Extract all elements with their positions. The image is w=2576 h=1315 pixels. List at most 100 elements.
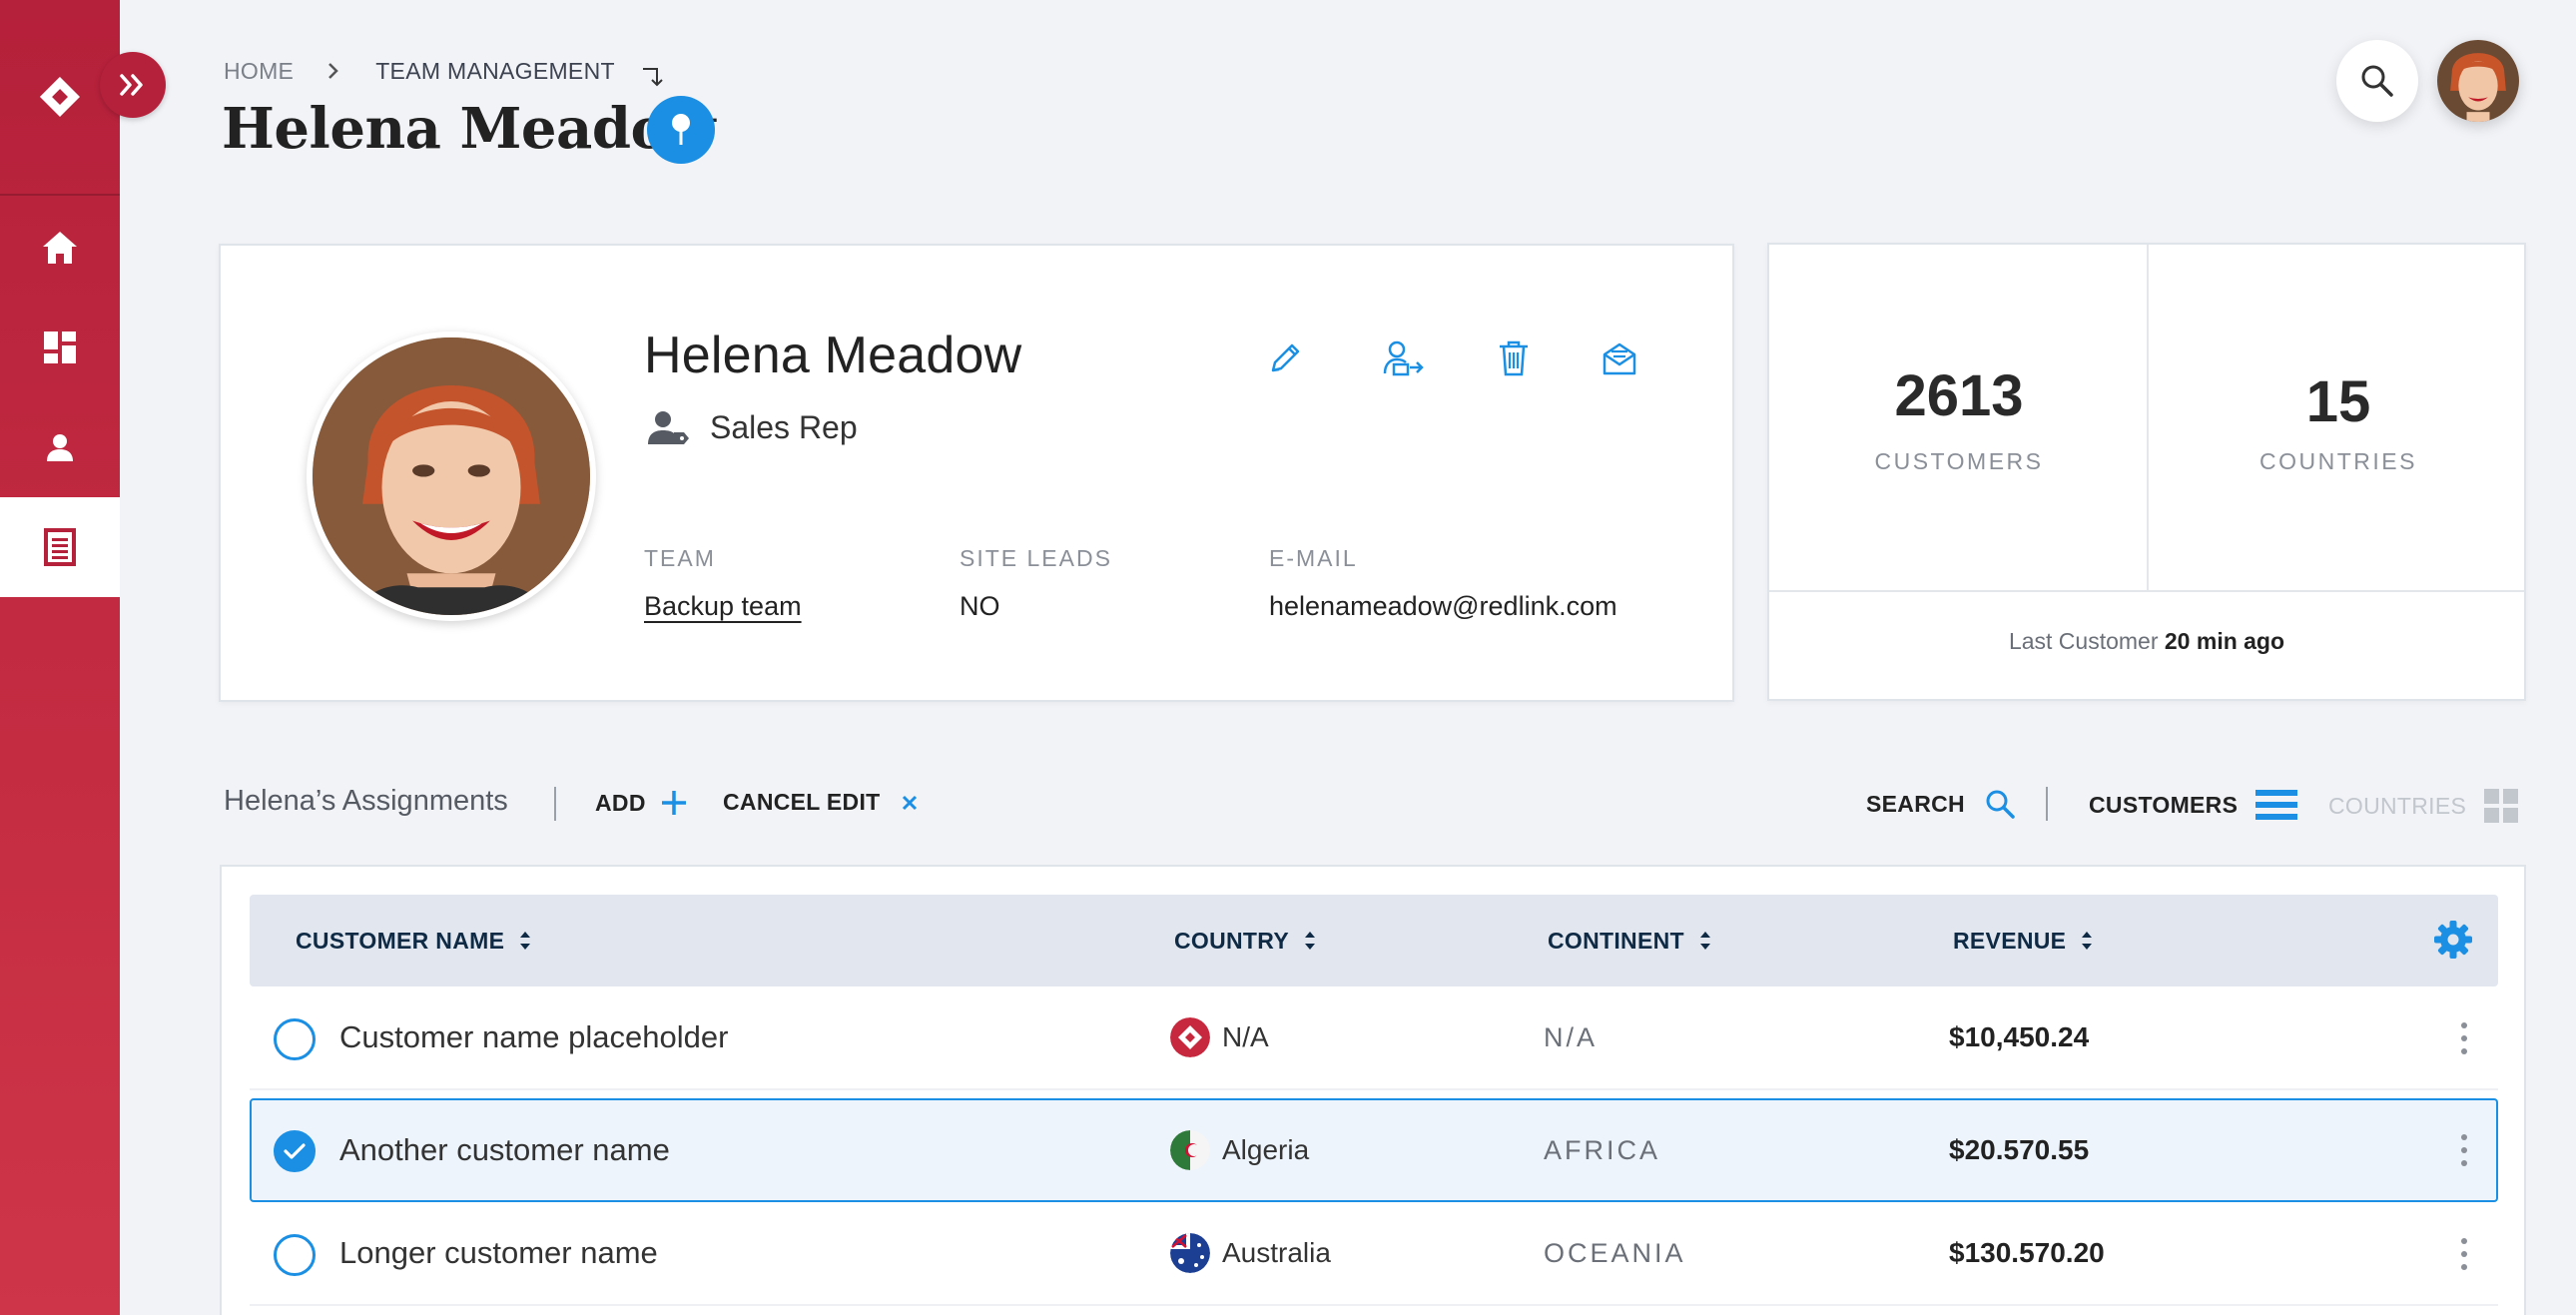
- email-value: helenameadow@redlink.com: [1269, 591, 1617, 621]
- stats-card: 2613 CUSTOMERS 15 COUNTRIES Last Custome…: [1767, 243, 2526, 701]
- column-label: CONTINENT: [1548, 927, 1684, 954]
- view-customers-button[interactable]: CUSTOMERS: [2089, 789, 2298, 821]
- sidebar-toggle-button[interactable]: [100, 52, 166, 118]
- profile-card: Helena Meadow Sales Rep TEAM Backup team…: [219, 244, 1734, 702]
- sort-icon: [1303, 930, 1317, 952]
- sidebar-item-dashboard[interactable]: [0, 298, 120, 397]
- country-name: Algeria: [1222, 1134, 1310, 1165]
- cancel-edit-label: CANCEL EDIT: [723, 789, 881, 815]
- sidebar-item-list[interactable]: [0, 497, 120, 597]
- view-countries-button[interactable]: COUNTRIES: [2328, 789, 2519, 823]
- edit-icon: [1271, 343, 1300, 372]
- breadcrumb-home[interactable]: HOME: [224, 58, 294, 85]
- sort-icon: [1698, 930, 1712, 952]
- customer-revenue: $10,450.24: [1949, 1021, 2090, 1052]
- team-link[interactable]: Backup team: [644, 591, 802, 622]
- column-label: CUSTOMER NAME: [296, 927, 505, 954]
- close-icon: [901, 794, 919, 812]
- table-row[interactable]: Another customer name Algeria AFRICA $20…: [250, 1098, 2498, 1202]
- customers-count: 2613: [1894, 363, 2024, 428]
- countries-count: 15: [2305, 369, 2371, 434]
- user-icon: [47, 434, 73, 461]
- customer-country: Algeria: [1170, 1100, 1309, 1200]
- corner-arrow-icon[interactable]: [641, 65, 665, 93]
- customer-continent: OCEANIA: [1544, 1237, 1686, 1268]
- column-revenue[interactable]: REVENUE: [1953, 895, 2094, 986]
- customers-label: CUSTOMERS: [1874, 448, 2044, 474]
- dashboard-icon: [44, 331, 76, 363]
- customer-revenue: $20.570.55: [1949, 1134, 2090, 1165]
- add-label: ADD: [595, 789, 646, 816]
- profile-photo-image: [313, 337, 590, 615]
- customer-continent: N/A: [1544, 1021, 1599, 1052]
- countries-label: COUNTRIES: [2259, 448, 2417, 474]
- customer-country: Australia: [1170, 1202, 1331, 1304]
- breadcrumb-current: TEAM MANAGEMENT: [375, 57, 615, 84]
- column-label: REVENUE: [1953, 927, 2067, 954]
- stats-footer-divider: [1769, 590, 2524, 592]
- home-icon: [43, 232, 77, 264]
- toolbar-divider: [554, 787, 556, 821]
- user-avatar[interactable]: [2437, 40, 2519, 122]
- last-customer-value: 20 min ago: [2164, 628, 2285, 654]
- column-continent[interactable]: CONTINENT: [1548, 895, 1712, 986]
- customer-name: Longer customer name: [339, 1235, 658, 1270]
- column-label: COUNTRY: [1174, 927, 1289, 954]
- last-customer: Last Customer 20 min ago: [1769, 628, 2524, 655]
- double-chevron-right-icon: [120, 74, 143, 96]
- row-select-radio[interactable]: [274, 1018, 316, 1060]
- chevron-right-icon: [327, 62, 339, 80]
- reassign-button[interactable]: [1379, 333, 1429, 383]
- australia-flag-icon: [1170, 1233, 1210, 1273]
- list-document-icon: [44, 528, 76, 566]
- last-customer-label: Last Customer: [2008, 628, 2159, 654]
- customer-name: Customer name placeholder: [339, 1019, 729, 1054]
- mail-button[interactable]: [1595, 333, 1644, 383]
- search-icon: [1985, 789, 2015, 819]
- toolbar-divider: [2046, 787, 2048, 821]
- sidebar-item-home[interactable]: [0, 198, 120, 298]
- table-row[interactable]: Customer name placeholder N/A N/A $10,45…: [250, 986, 2498, 1090]
- stat-countries: 15 COUNTRIES: [2149, 245, 2528, 590]
- check-icon: [284, 1143, 306, 1159]
- customer-continent: AFRICA: [1544, 1134, 1661, 1165]
- customers-view-label: CUSTOMERS: [2089, 791, 2239, 818]
- countries-view-label: COUNTRIES: [2328, 792, 2467, 819]
- search-icon: [2361, 65, 2393, 97]
- row-more-menu-icon[interactable]: [2460, 1022, 2468, 1054]
- search-label: SEARCH: [1866, 790, 1965, 817]
- pin-button[interactable]: [647, 96, 715, 164]
- profile-role: Sales Rep: [710, 409, 858, 445]
- global-search-button[interactable]: [2336, 40, 2418, 122]
- sidebar-item-users[interactable]: [0, 397, 120, 497]
- row-select-radio[interactable]: [274, 1234, 316, 1276]
- table-row[interactable]: Longer customer name Australia OCEANIA $…: [250, 1202, 2498, 1306]
- sort-icon: [518, 930, 532, 952]
- column-customer-name[interactable]: CUSTOMER NAME: [296, 895, 532, 986]
- assignments-table: CUSTOMER NAME COUNTRY CONTINENT REVENUE: [220, 865, 2526, 1315]
- delete-icon: [1500, 340, 1528, 376]
- row-more-menu-icon[interactable]: [2460, 1238, 2468, 1270]
- sidebar: [0, 0, 120, 1315]
- column-country[interactable]: COUNTRY: [1174, 895, 1317, 986]
- reassign-user-icon: [1383, 340, 1424, 376]
- breadcrumb: HOME TEAM MANAGEMENT: [224, 56, 665, 87]
- pin-icon: [672, 114, 690, 145]
- assignments-toolbar: Helena’s Assignments ADD CANCEL EDIT SEA…: [0, 785, 2576, 825]
- add-button[interactable]: ADD: [595, 789, 688, 817]
- edit-button[interactable]: [1260, 333, 1310, 383]
- site-leads-label: SITE LEADS: [960, 545, 1112, 571]
- delete-button[interactable]: [1489, 333, 1539, 383]
- profile-name: Helena Meadow: [644, 327, 1022, 384]
- profile-photo: [307, 331, 596, 621]
- row-more-menu-icon[interactable]: [2460, 1134, 2468, 1166]
- site-leads-value: NO: [960, 591, 1000, 621]
- country-name: N/A: [1222, 1021, 1269, 1052]
- row-select-radio[interactable]: [274, 1130, 316, 1172]
- grid-view-icon: [2484, 789, 2519, 823]
- cancel-edit-button[interactable]: CANCEL EDIT: [723, 789, 919, 816]
- table-search-button[interactable]: SEARCH: [1866, 789, 2015, 819]
- table-settings-button[interactable]: [2432, 919, 2474, 966]
- mail-icon: [1603, 342, 1636, 375]
- algeria-flag-icon: [1170, 1130, 1210, 1170]
